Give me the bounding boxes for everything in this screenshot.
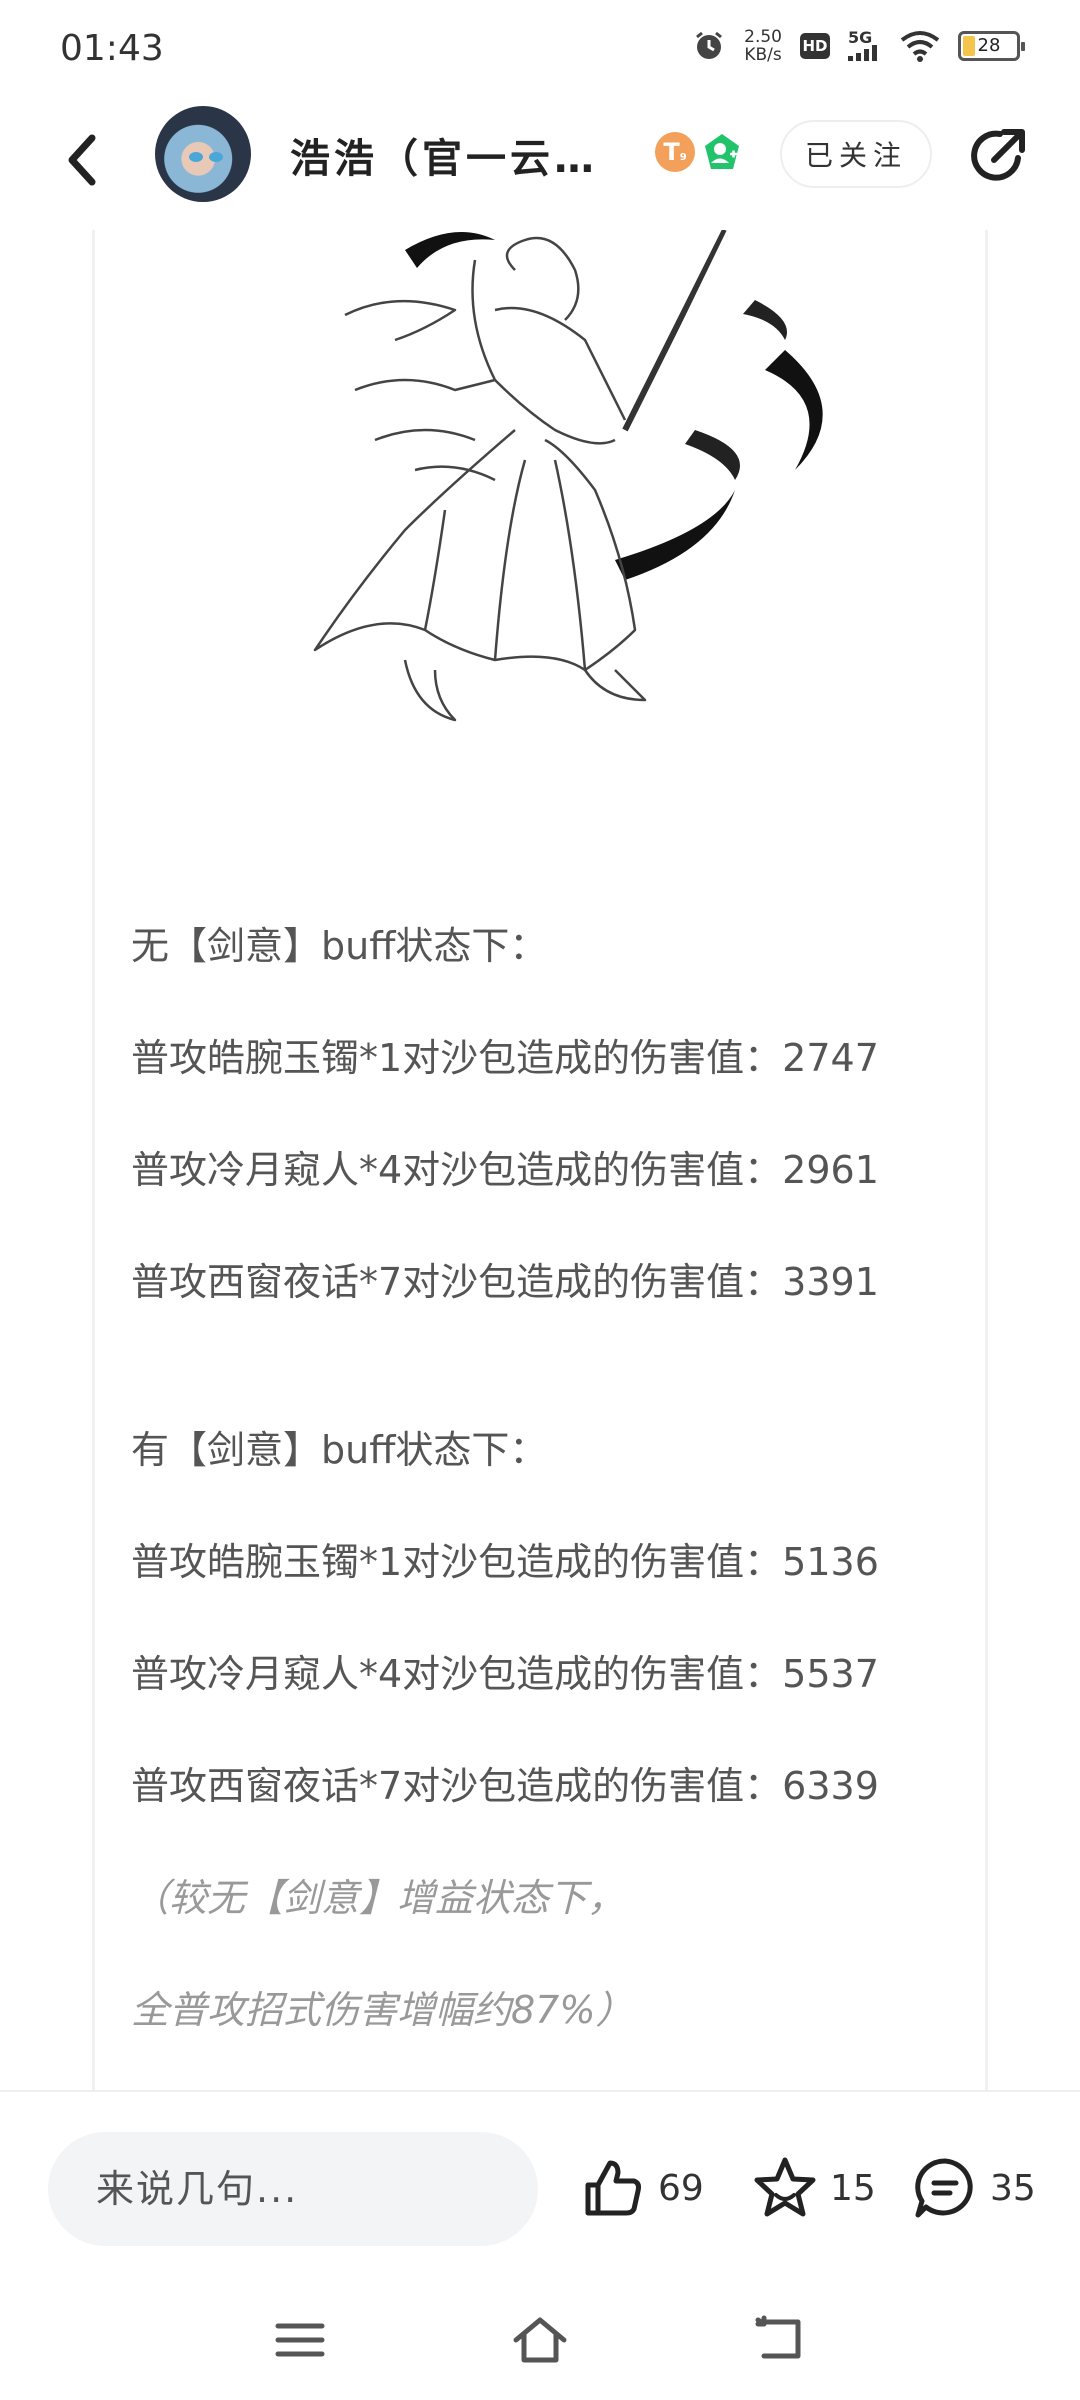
- author-avatar[interactable]: [155, 106, 251, 202]
- comment-bar: 来说几句... 69 15 35: [0, 2092, 1080, 2246]
- home-icon[interactable]: [510, 2310, 570, 2370]
- battery-indicator: 28: [958, 31, 1025, 61]
- net-speed-unit: KB/s: [744, 45, 782, 65]
- post-line: 普攻冷月窥人*4对沙包造成的伤害值：2961: [131, 1148, 879, 1192]
- post-line: 无【剑意】buff状态下：: [131, 924, 548, 968]
- like-count: 69: [658, 2167, 704, 2209]
- comment-count: 35: [990, 2167, 1036, 2209]
- level-badge-letter: T: [663, 138, 680, 166]
- signal-indicator: 5G: [848, 28, 882, 61]
- status-bar: 01:43 2.50 KB/s HD 5G 28: [0, 0, 1080, 100]
- comment-input[interactable]: 来说几句...: [48, 2132, 538, 2246]
- post-line: 普攻皓腕玉镯*1对沙包造成的伤害值：2747: [131, 1036, 879, 1080]
- status-time: 01:43: [60, 28, 164, 69]
- verified-user-icon: [705, 134, 739, 169]
- post-header: 浩浩（官一云… T9 已关注: [0, 100, 1080, 230]
- favorite-count: 15: [830, 2167, 876, 2209]
- swordsman-illustration: [313, 230, 823, 722]
- signal-bars-icon: [848, 45, 877, 61]
- signal-label: 5G: [848, 28, 873, 47]
- status-icons: 2.50 KB/s HD 5G 28: [692, 28, 1025, 64]
- post-note-line: 全普攻招式伤害增幅约87%）: [131, 1988, 634, 2032]
- level-badge-sub: 9: [679, 151, 687, 163]
- comment-icon: [915, 2158, 973, 2218]
- post-body: 无【剑意】buff状态下： 普攻皓腕玉镯*1对沙包造成的伤害值：2747 普攻冷…: [131, 890, 971, 2066]
- star-icon: [754, 2157, 816, 2217]
- author-name[interactable]: 浩浩（官一云…: [290, 126, 620, 184]
- post-line: 有【剑意】buff状态下：: [131, 1428, 548, 1472]
- hd-badge: HD: [800, 33, 830, 59]
- alarm-icon: [696, 31, 723, 59]
- back-icon[interactable]: [58, 130, 108, 190]
- post-content: 无【剑意】buff状态下： 普攻皓腕玉镯*1对沙包造成的伤害值：2747 普攻冷…: [92, 230, 988, 2090]
- post-line: 普攻皓腕玉镯*1对沙包造成的伤害值：5136: [131, 1540, 879, 1584]
- avatar-eye: [189, 152, 203, 162]
- post-note-line: （较无【剑意】增益状态下，: [131, 1876, 626, 1920]
- battery-level: 28: [977, 35, 1001, 56]
- share-icon[interactable]: [966, 124, 1030, 188]
- avatar-eye: [209, 152, 223, 162]
- menu-icon[interactable]: [270, 2310, 330, 2370]
- like-button[interactable]: 69: [580, 2148, 704, 2228]
- follow-button[interactable]: 已关注: [780, 120, 932, 188]
- comment-button[interactable]: 35: [912, 2148, 1036, 2228]
- level-badge: T9: [655, 132, 695, 172]
- net-speed: 2.50 KB/s: [744, 28, 782, 64]
- net-speed-value: 2.50: [744, 27, 782, 47]
- favorite-button[interactable]: 15: [752, 2148, 876, 2228]
- post-line: 普攻冷月窥人*4对沙包造成的伤害值：5537: [131, 1652, 879, 1696]
- system-nav-bar: [0, 2270, 1080, 2400]
- post-line: 普攻西窗夜话*7对沙包造成的伤害值：3391: [131, 1260, 879, 1304]
- wifi-icon: [900, 31, 940, 62]
- post-line: 普攻西窗夜话*7对沙包造成的伤害值：6339: [131, 1764, 879, 1808]
- return-icon[interactable]: [750, 2310, 810, 2370]
- like-icon: [585, 2160, 641, 2216]
